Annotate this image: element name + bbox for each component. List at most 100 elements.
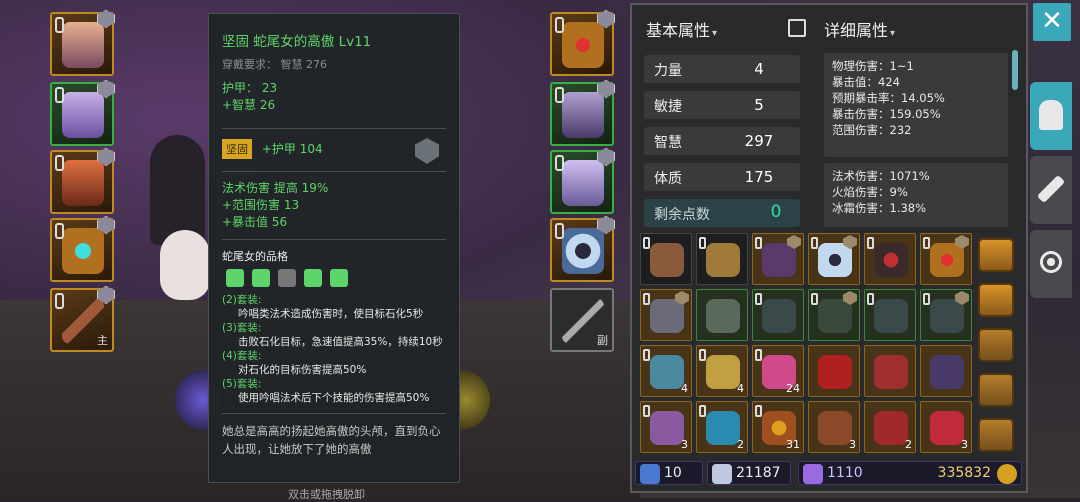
tab-target[interactable] <box>1030 230 1072 298</box>
inventory-slot[interactable] <box>696 289 748 341</box>
set-ring-icon <box>278 269 296 287</box>
lock-chain-icon <box>811 293 818 305</box>
chest-icon <box>978 328 1014 362</box>
equip-slot-ring2[interactable] <box>550 216 615 282</box>
item-tooltip: 坚固 蛇尾女的高傲 Lv11 穿戴要求： 智慧 276 护甲： 23 +智慧 2… <box>208 13 460 483</box>
stat-value: 5 <box>754 96 764 114</box>
chest-icon <box>978 418 1014 452</box>
close-button[interactable]: ✕ <box>1033 3 1071 41</box>
armor-icon <box>650 299 684 333</box>
leg-armor-icon <box>62 160 104 206</box>
equip-slot-off-hand[interactable]: 副 <box>550 288 614 352</box>
detail-scrollbar[interactable] <box>1012 50 1018 90</box>
inventory-slot[interactable]: 3 <box>808 401 860 453</box>
stat-value: 4 <box>754 60 764 78</box>
claw-icon <box>818 411 852 445</box>
set-bonus-head: (3)套装: <box>222 322 262 334</box>
equip-slot-main-weapon[interactable]: 主 <box>50 286 115 352</box>
inventory-slot[interactable] <box>920 233 972 285</box>
lock-chain-icon <box>867 237 874 249</box>
detail-box-physical: 物理伤害：1~1 暴击值：424 预期暴击率：14.05% 暴击伤害：159.0… <box>824 53 1008 157</box>
inventory-slot[interactable] <box>864 233 916 285</box>
inventory-slot[interactable]: 24 <box>752 345 804 397</box>
inventory-slot[interactable] <box>696 233 748 285</box>
detail-attributes-title: 详细属性 <box>824 21 889 40</box>
treasure-chest[interactable] <box>972 412 1020 458</box>
inventory-slot[interactable]: 2 <box>696 401 748 453</box>
equip-slot-helmet[interactable] <box>50 10 115 76</box>
lock-chain-icon <box>55 17 64 33</box>
inventory-slot[interactable] <box>864 345 916 397</box>
equip-slot-boots[interactable] <box>550 148 615 214</box>
equip-slot-gloves[interactable] <box>550 80 615 146</box>
inventory-slot[interactable]: 4 <box>696 345 748 397</box>
stat-constitution: 体质 175 <box>644 163 800 191</box>
inventory-slot[interactable] <box>808 233 860 285</box>
currency-pvp: 10 <box>635 461 703 485</box>
inventory-slot[interactable] <box>640 233 692 285</box>
inventory-slot[interactable] <box>640 289 692 341</box>
helmet-icon <box>1039 100 1063 130</box>
basic-attributes-header[interactable]: 基本属性 ▾ <box>646 17 717 41</box>
lock-chain-icon <box>643 237 650 249</box>
treasure-chest[interactable] <box>972 367 1020 413</box>
inventory-slot[interactable]: 3 <box>640 401 692 453</box>
inventory-slot[interactable] <box>752 289 804 341</box>
inventory-slot[interactable]: 4 <box>640 345 692 397</box>
item-count: 4 <box>681 382 688 395</box>
set-helmet-icon <box>226 269 244 287</box>
stat-wisdom: 智慧 297 <box>644 127 800 155</box>
stat-label: 力量 <box>654 63 682 79</box>
lock-chain-icon <box>643 293 650 305</box>
ring-icon <box>562 228 604 274</box>
inventory-slot[interactable]: 3 <box>920 401 972 453</box>
main-hand-label: 主 <box>97 334 108 347</box>
treasure-chest[interactable] <box>972 277 1020 323</box>
swap-icon[interactable] <box>788 19 806 37</box>
hooded-figure <box>150 135 205 245</box>
lock-chain-icon <box>755 237 762 249</box>
divider <box>222 171 446 172</box>
lock-chain-icon <box>555 17 564 33</box>
bonus-stat: +暴击值 56 <box>222 215 288 229</box>
item-count: 3 <box>681 438 688 451</box>
inventory-slot[interactable] <box>808 345 860 397</box>
equip-slot-legs[interactable] <box>50 148 115 214</box>
detail-line: 暴击值：424 <box>832 75 900 89</box>
inventory-slot[interactable] <box>920 289 972 341</box>
tab-equipment[interactable] <box>1030 82 1072 150</box>
treasure-chest[interactable] <box>972 322 1020 368</box>
tab-skills[interactable] <box>1030 156 1072 224</box>
basic-attributes-title: 基本属性 <box>646 21 711 40</box>
set-bonuses: (2)套装: 吟唱类法术造成伤害时，使目标石化5秒 (3)套装: 击败石化目标，… <box>222 293 446 405</box>
equip-slot-ring[interactable] <box>50 216 115 282</box>
enchant-value: +护甲 104 <box>261 142 323 156</box>
item-title: 坚固 蛇尾女的高傲 Lv11 <box>222 34 372 50</box>
inventory-slot[interactable] <box>920 345 972 397</box>
detail-line: 预期暴击率：14.05% <box>832 91 945 105</box>
detail-attributes-header[interactable]: 详细属性 ▾ <box>824 17 895 41</box>
lock-chain-icon <box>555 155 564 171</box>
treasure-chest[interactable] <box>972 232 1020 278</box>
crossed-swords-icon <box>640 464 660 484</box>
item-count: 24 <box>786 382 800 395</box>
helmet-icon <box>62 22 104 68</box>
lock-chain-icon <box>55 223 64 239</box>
equip-slot-necklace[interactable] <box>550 10 615 76</box>
inventory-slot[interactable] <box>864 289 916 341</box>
stat-strength: 力量 4 <box>644 55 800 83</box>
item-description: 她总是高高的扬起她高傲的头颅，直到负心人出现，让她放下了她的高傲 <box>222 424 441 456</box>
bonus-stat: +范围伤害 13 <box>222 198 300 212</box>
unequip-hint: 双击或拖拽脱卸 <box>288 488 365 501</box>
lock-chain-icon <box>55 87 64 103</box>
inventory-slot[interactable]: 31 <box>752 401 804 453</box>
detail-line: 物理伤害：1~1 <box>832 59 914 73</box>
blue-gems-icon <box>706 411 740 445</box>
bag-icon <box>706 243 740 277</box>
inventory-slot[interactable]: 2 <box>864 401 916 453</box>
inventory-slot[interactable] <box>752 233 804 285</box>
equip-slot-chest[interactable] <box>50 80 115 146</box>
red-ore-icon <box>874 355 908 389</box>
inventory-slot[interactable] <box>808 289 860 341</box>
detail-line: 法术伤害：1071% <box>832 169 930 183</box>
